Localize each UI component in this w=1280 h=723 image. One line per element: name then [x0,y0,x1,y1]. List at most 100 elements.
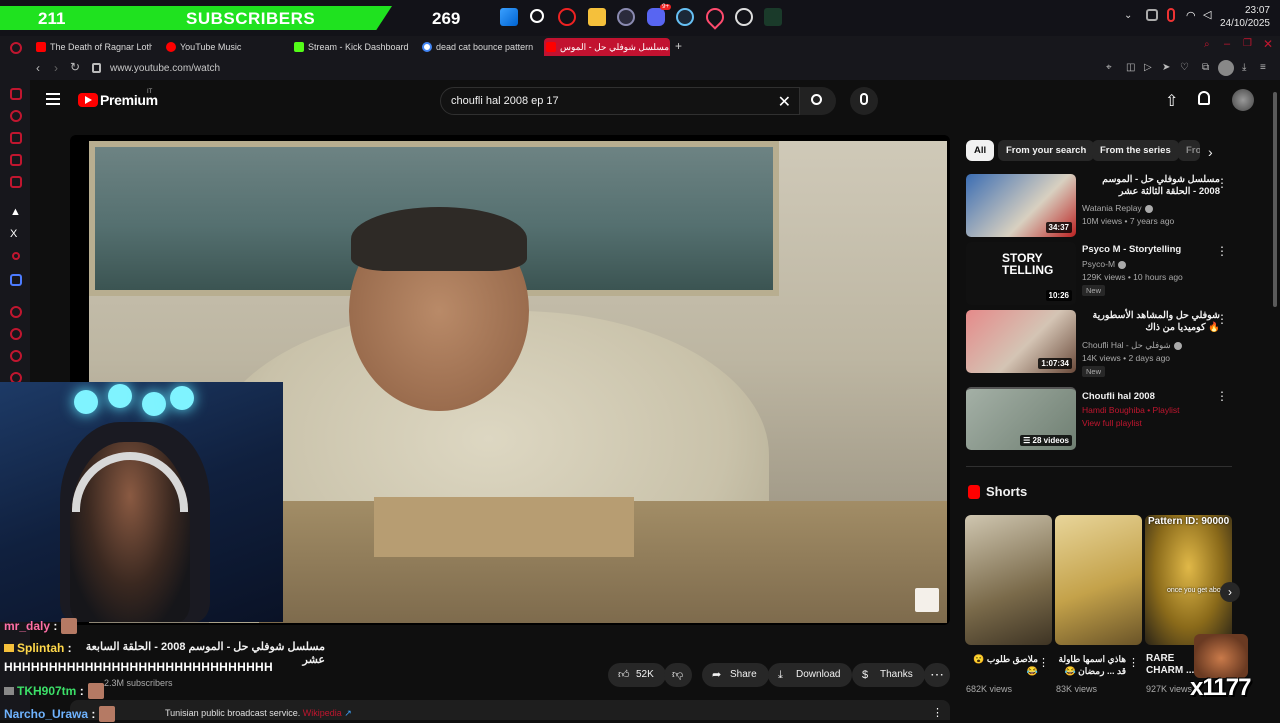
playlist-channel[interactable]: Hamdi Boughiba • Playlist [1082,405,1179,415]
sidebar-twitch-icon[interactable] [10,154,22,166]
more-vertical-icon[interactable]: ⋮ [1216,244,1228,258]
tab-kick-dashboard[interactable]: Stream - Kick Dashboard [292,38,412,56]
recommendation-item[interactable]: 1:07:34 شوفلي حل والمشاهد الأسطورية 🔥 كو… [966,310,1236,377]
recommendation-channel[interactable]: Watania Replay [1082,203,1153,213]
thanks-button[interactable]: $ Thanks [852,663,925,687]
sidebar-messenger-icon[interactable] [10,176,22,188]
short-title[interactable]: RARE CHARM ... [1146,653,1196,677]
close-icon[interactable]: ✕ [778,92,791,112]
search-icon[interactable] [530,9,544,23]
view-full-playlist-link[interactable]: View full playlist [1082,418,1142,428]
dislike-button[interactable]: 👎︎ [664,663,692,687]
chevron-right-icon[interactable]: › [1220,582,1240,602]
sidebar-cube-icon[interactable] [10,350,22,362]
recommendation-item[interactable]: 34:37 مسلسل شوفلي حل - الموسم 2008 - الح… [966,174,1236,240]
discord-icon[interactable]: 9+ [647,4,671,26]
recommendation-item[interactable]: STORY TELLING 10:26 Psyco M - Storytellin… [966,242,1236,308]
terminal-icon[interactable] [764,8,782,26]
external-link-icon[interactable]: ↗ [342,708,352,718]
file-explorer-icon[interactable] [588,8,606,26]
extensions-icon[interactable]: ⧉ [1202,62,1209,73]
microphone-icon[interactable] [1167,8,1175,22]
recommendation-title[interactable]: مسلسل شوفلي حل - الموسم 2008 - الحلقة ال… [1082,174,1220,198]
snapshot-icon[interactable]: ◫ [1126,62,1135,73]
sidebar-dot-icon[interactable] [12,252,20,260]
maximize-icon[interactable]: ❐ [1243,38,1252,49]
voice-search-button[interactable] [850,87,878,115]
youtube-logo-icon[interactable] [78,93,98,107]
sidebar-bag-icon[interactable] [10,132,22,144]
notifications-bell-icon[interactable] [1198,91,1210,105]
sidebar-speed-icon[interactable] [10,110,22,122]
back-icon[interactable]: ‹ [36,61,40,75]
opera-gx-icon[interactable] [558,8,576,26]
video-thumbnail[interactable]: 34:37 [966,174,1076,237]
tab-dead-cat-bounce[interactable]: dead cat bounce pattern [420,38,542,56]
more-vertical-icon[interactable]: ⋮ [1038,656,1049,669]
map-pin-icon[interactable] [702,4,728,30]
download-icon[interactable]: ⤓ [1242,62,1246,73]
obs-icon[interactable] [617,8,635,26]
chip-from-the-series[interactable]: From the series [1092,140,1179,161]
chip-from-your-search[interactable]: From your search [998,140,1095,161]
tab-search-icon[interactable]: ⌕ [1204,39,1210,50]
tab-youtube-music[interactable]: YouTube Music [164,38,282,56]
player-icon[interactable]: ▷ [1144,62,1152,73]
send-icon[interactable]: ➤ [1162,62,1170,73]
tab-choufli-hal-active[interactable]: مسلسل شوفلي حل - الموس... [544,38,670,56]
more-vertical-icon[interactable]: ⋮ [1216,312,1228,326]
wifi-icon[interactable]: ◠ [1186,9,1196,22]
profile-avatar[interactable] [1218,60,1234,76]
more-actions-button[interactable]: ⋯ [924,663,950,687]
download-button[interactable]: ⤓ Download [768,663,853,687]
short-thumbnail[interactable] [1055,515,1142,645]
chevron-up-icon[interactable]: ⌄ [1124,10,1132,21]
sidebar-vpn-icon[interactable] [10,274,22,286]
tray-icon[interactable] [1146,9,1158,21]
video-thumbnail[interactable]: STORY TELLING 10:26 [966,242,1076,305]
short-title[interactable]: هاذي اسمها طاولة قد ... رمضان 😂 [1056,653,1127,677]
chevron-right-icon[interactable]: › [1208,144,1213,160]
recommendation-title[interactable]: شوفلي حل والمشاهد الأسطورية 🔥 كوميديا من… [1082,310,1220,334]
windows-start-icon[interactable] [500,8,518,26]
opera-menu-icon[interactable] [10,42,22,54]
reload-icon[interactable]: ↻ [70,60,80,74]
heart-icon[interactable]: ♡ [1180,62,1189,73]
tab-ragnar[interactable]: The Death of Ragnar Loth [34,38,152,56]
more-vertical-icon[interactable]: ⋮ [1216,176,1228,190]
description-link[interactable]: Wikipedia [303,708,342,718]
close-window-icon[interactable]: ✕ [1263,37,1273,51]
recommendation-channel[interactable]: Psyco-M [1082,259,1127,269]
sidebar-x-icon[interactable]: X [10,228,17,240]
more-vertical-icon[interactable]: ⋮ [1128,656,1139,669]
speaker-icon[interactable]: ◁ [1203,8,1211,21]
short-thumbnail[interactable] [965,515,1052,645]
sidebar-aria-icon[interactable]: ▲ [10,206,21,218]
chip-all[interactable]: All [966,140,995,161]
recommendation-channel[interactable]: Choufli Hal - شوفلي حل [1082,340,1182,351]
new-tab-icon[interactable]: + [675,39,682,53]
short-thumbnail[interactable]: once you get abov [1145,515,1232,645]
search-input[interactable]: choufli hal 2008 ep 17 ✕ [440,87,800,115]
more-vertical-icon[interactable]: ⋮ [1216,389,1228,403]
page-scrollbar[interactable] [1273,92,1277,307]
system-clock[interactable]: 23:07 24/10/2025 [1220,4,1270,30]
search-button[interactable] [800,87,836,115]
pin-icon[interactable]: ⌖ [1106,62,1112,73]
create-upload-icon[interactable]: ⇧ [1165,91,1178,111]
chip-truncated[interactable]: Fro [1178,140,1200,161]
share-button[interactable]: ➦ Share [702,663,769,687]
minimize-icon[interactable]: – [1224,38,1230,50]
playlist-item[interactable]: ☰ 28 videos Choufli hal 2008 Hamdi Bough… [966,387,1236,453]
url-field[interactable]: www.youtube.com/watch [110,63,220,74]
forward-icon[interactable]: › [54,61,58,75]
playlist-title[interactable]: Choufli hal 2008 [1082,391,1220,403]
video-thumbnail[interactable]: 1:07:34 [966,310,1076,373]
like-button[interactable]: 👍︎ 52K [608,663,666,687]
sidebar-clock-icon[interactable] [10,328,22,340]
recommendation-title[interactable]: Psyco M - Storytelling [1082,244,1220,256]
account-avatar[interactable] [1232,89,1254,111]
playlist-thumbnail[interactable]: ☰ 28 videos [966,387,1076,450]
steam-icon[interactable] [676,8,694,26]
menu-icon[interactable]: ≡ [1260,62,1266,73]
